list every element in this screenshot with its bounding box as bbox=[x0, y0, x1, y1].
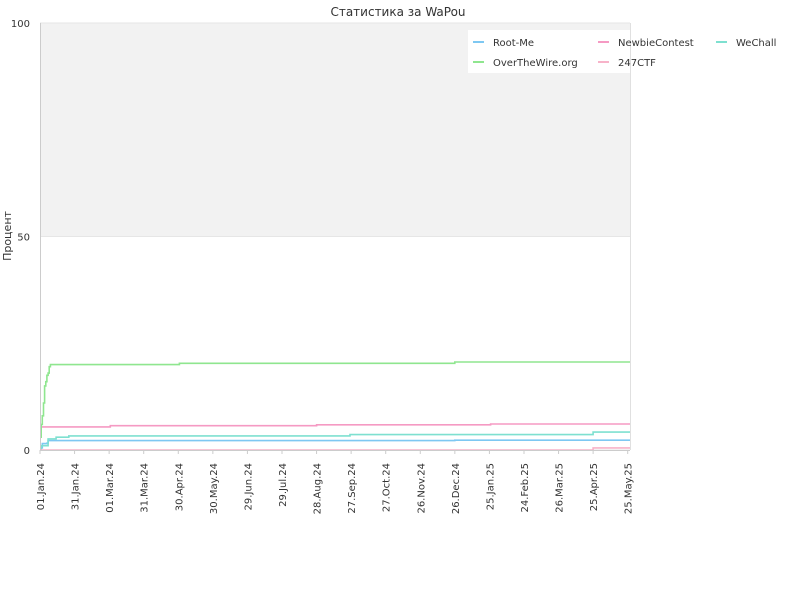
x-tick-label: 30.Apr.24 bbox=[174, 463, 185, 511]
x-tick-label: 24.Feb.25 bbox=[520, 463, 531, 513]
legend-label: Root-Me bbox=[493, 38, 534, 49]
x-tick-label: 01.Mar.24 bbox=[105, 463, 116, 513]
x-tick-label: 28.Aug.24 bbox=[313, 463, 324, 514]
chart: 0 50 100 01.Jan.24 31.Jan.24 01.Mar.24 31.Mar… bbox=[0, 0, 800, 600]
legend-label: 247CTF bbox=[618, 58, 656, 69]
y-axis-label: Процент bbox=[1, 210, 14, 260]
chart-title: Статистика за WaPou bbox=[330, 5, 465, 19]
x-tick-label: 31.Mar.24 bbox=[140, 463, 151, 513]
x-tick-label: 27.Sep.24 bbox=[347, 463, 358, 514]
legend-label: OverTheWire.org bbox=[493, 58, 578, 69]
x-tick-label: 25.May.25 bbox=[624, 463, 635, 514]
y-tick-label: 50 bbox=[17, 233, 30, 244]
x-tick-label: 29.Jul.24 bbox=[278, 463, 289, 507]
x-tick-label: 25.Jan.25 bbox=[485, 463, 496, 510]
x-tick-label: 26.Dec.24 bbox=[451, 463, 462, 514]
y-tick-label: 0 bbox=[24, 446, 30, 457]
legend-label: NewbieContest bbox=[618, 38, 694, 49]
x-tick-label: 29.Jun.24 bbox=[243, 463, 254, 510]
x-tick-label: 27.Oct.24 bbox=[382, 463, 393, 512]
x-tick-label: 26.Mar.25 bbox=[555, 463, 566, 513]
x-tick-label: 26.Nov.24 bbox=[416, 463, 427, 514]
x-tick-label: 25.Apr.25 bbox=[589, 463, 600, 511]
x-tick-label: 30.May.24 bbox=[209, 463, 220, 514]
x-tick-label: 31.Jan.24 bbox=[71, 463, 82, 510]
x-tick-label: 01.Jan.24 bbox=[36, 463, 47, 510]
legend-label: WeChall bbox=[736, 38, 776, 49]
y-tick-label: 100 bbox=[11, 19, 30, 30]
